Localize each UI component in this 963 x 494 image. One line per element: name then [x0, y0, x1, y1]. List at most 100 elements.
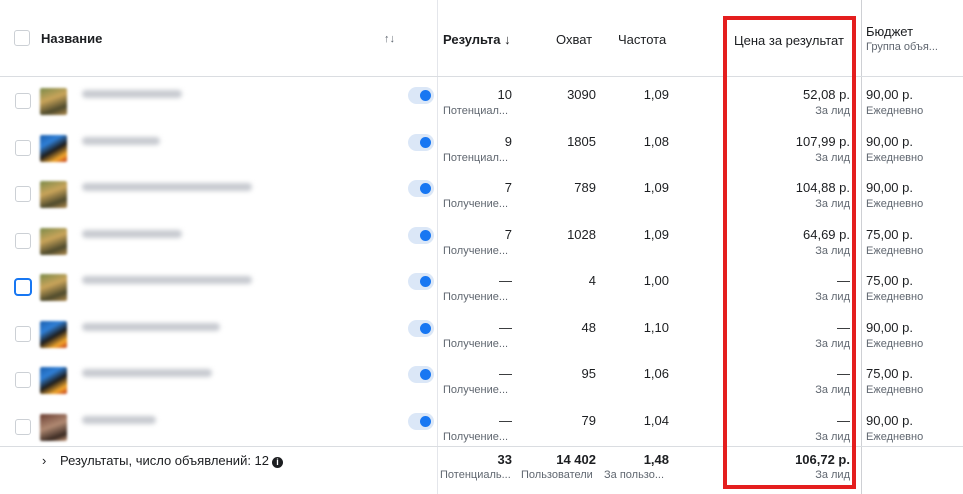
results-type: Потенциал...	[443, 151, 509, 164]
budget-period: Ежедневно	[866, 151, 924, 164]
name-column-header[interactable]: Название	[41, 31, 102, 46]
ad-status-toggle[interactable]	[408, 133, 434, 151]
cost-column-highlight	[723, 16, 856, 489]
results-value: —	[499, 412, 512, 428]
results-type: Получение...	[443, 384, 509, 396]
reach-value: 4	[588, 273, 596, 288]
ad-status-toggle[interactable]	[408, 319, 434, 337]
expand-chevron-icon[interactable]: ›	[42, 453, 46, 468]
toggle-knob	[420, 90, 431, 101]
reach-value: 789	[574, 180, 596, 195]
results-type: Получение...	[443, 244, 509, 257]
ad-thumbnail	[40, 367, 67, 394]
results-value: 9	[504, 133, 512, 149]
reach-column-header[interactable]: Охват	[556, 32, 592, 47]
info-icon[interactable]: i	[272, 457, 284, 468]
budget-value[interactable]: 90,00 р.	[866, 320, 913, 335]
reach-value: 1028	[567, 226, 596, 242]
budget-period: Ежедневно	[866, 384, 924, 396]
frequency-value: 1,10	[643, 319, 669, 335]
frequency-value: 1,00	[643, 273, 669, 288]
ad-name-blurred[interactable]	[82, 90, 182, 98]
frequency-value: 1,09	[643, 180, 669, 195]
ad-status-toggle[interactable]	[408, 273, 434, 290]
budget-value[interactable]: 75,00 р.	[866, 366, 913, 381]
budget-period: Ежедневно	[866, 337, 924, 350]
frequency-value: 1,09	[643, 226, 669, 242]
ad-name-blurred[interactable]	[82, 415, 156, 424]
ad-status-toggle[interactable]	[408, 180, 434, 197]
ad-thumbnail	[40, 274, 67, 301]
toggle-knob	[420, 322, 431, 334]
ad-thumbnail	[40, 134, 67, 162]
ad-thumbnail	[40, 227, 67, 255]
results-type: Получение...	[443, 337, 509, 350]
results-type: Получение...	[443, 291, 509, 303]
budget-period: Ежедневно	[866, 198, 924, 210]
ad-status-toggle[interactable]	[408, 412, 434, 430]
toggle-knob	[420, 183, 431, 194]
ad-status-toggle[interactable]	[408, 226, 434, 244]
reach-value: 1805	[567, 133, 596, 149]
ad-thumbnail	[40, 88, 67, 115]
toggle-knob	[420, 229, 431, 241]
budget-period: Ежедневно	[866, 244, 924, 257]
results-value: —	[499, 319, 512, 335]
total-results: 33	[497, 452, 512, 467]
results-type: Получение...	[443, 430, 509, 443]
ad-name-blurred[interactable]	[82, 229, 182, 238]
row-checkbox[interactable]	[15, 418, 31, 435]
ad-name-blurred[interactable]	[82, 369, 212, 377]
results-value: 7	[504, 180, 512, 195]
ad-thumbnail	[40, 181, 67, 208]
total-reach-sub: Пользователи	[521, 469, 593, 481]
budget-value[interactable]: 90,00 р.	[866, 180, 913, 195]
budget-value[interactable]: 75,00 р.	[866, 273, 913, 288]
row-checkbox[interactable]	[14, 278, 32, 296]
row-checkbox[interactable]	[15, 325, 31, 342]
total-results-type: Потенциаль...	[440, 469, 511, 481]
budget-value[interactable]: 90,00 р.	[866, 134, 913, 149]
row-checkbox[interactable]	[15, 372, 31, 388]
reach-value: 79	[581, 412, 596, 428]
budget-value[interactable]: 75,00 р.	[866, 227, 913, 242]
toggle-knob	[420, 276, 431, 287]
reach-value: 3090	[567, 87, 596, 102]
budget-period: Ежедневно	[866, 105, 924, 117]
row-checkbox[interactable]	[15, 139, 31, 156]
budget-period: Ежедневно	[866, 430, 924, 443]
results-type: Получение...	[443, 198, 509, 210]
ad-name-blurred[interactable]	[82, 183, 252, 191]
frequency-column-header[interactable]: Частота	[618, 32, 666, 47]
ad-name-blurred[interactable]	[82, 136, 160, 145]
row-checkbox[interactable]	[15, 93, 31, 109]
results-column-header[interactable]: Результа ↓	[443, 32, 511, 47]
row-checkbox[interactable]	[15, 186, 31, 202]
frequency-value: 1,04	[643, 412, 669, 428]
total-frequency-sub: За пользо...	[604, 469, 665, 481]
ad-name-blurred[interactable]	[82, 276, 252, 284]
summary-text: Результаты, число объявлений: 12	[60, 453, 270, 468]
toggle-knob	[420, 136, 431, 148]
total-frequency: 1,48	[643, 452, 669, 467]
select-all-checkbox[interactable]	[14, 30, 30, 46]
budget-column-header[interactable]: Бюджет	[866, 24, 913, 39]
toggle-knob	[420, 415, 431, 427]
row-checkbox[interactable]	[15, 232, 31, 249]
budget-period: Ежедневно	[866, 291, 924, 303]
results-type: Потенциал...	[443, 105, 509, 117]
ad-status-toggle[interactable]	[408, 366, 434, 383]
results-value: —	[499, 273, 512, 288]
budget-value[interactable]: 90,00 р.	[866, 413, 913, 428]
results-value: 10	[497, 87, 512, 102]
results-value: 7	[504, 226, 512, 242]
frequency-value: 1,09	[643, 87, 669, 102]
toggle-knob	[420, 369, 431, 380]
sort-icon[interactable]: ↑↓	[384, 33, 395, 45]
ad-status-toggle[interactable]	[408, 87, 434, 104]
results-value: —	[499, 366, 512, 381]
ad-name-blurred[interactable]	[82, 322, 220, 331]
ad-thumbnail	[40, 320, 67, 348]
frequency-value: 1,08	[643, 133, 669, 149]
budget-value[interactable]: 90,00 р.	[866, 87, 913, 102]
